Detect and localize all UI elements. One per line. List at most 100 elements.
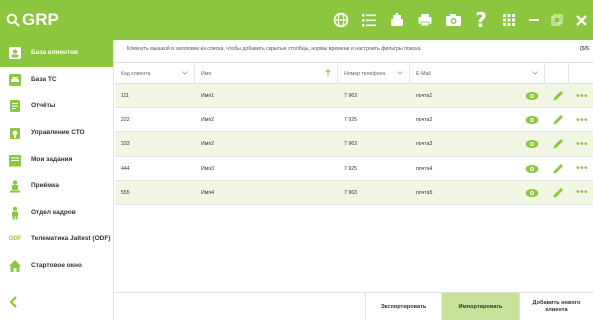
grid-icon[interactable] <box>496 7 522 33</box>
more-icon[interactable]: ••• <box>575 162 589 176</box>
add-client-button[interactable]: Добавить нового клиента <box>519 293 593 320</box>
eye-icon[interactable] <box>525 186 539 200</box>
cell-email: почта5 <box>416 189 433 196</box>
cell-name: Имя1 <box>201 93 214 99</box>
back-arrow-icon[interactable] <box>6 294 22 310</box>
sidebar-item-label: Отдел кадров <box>31 208 76 216</box>
cell-code: 333 <box>121 141 130 148</box>
sidebar-item-telematics[interactable]: ODF Телематика Jaltest (ODF) <box>0 226 113 253</box>
column-header-label: Имя <box>201 70 212 77</box>
reception-icon <box>8 179 22 193</box>
column-header-edit <box>569 63 593 84</box>
help-icon[interactable]: ? <box>468 7 494 33</box>
column-header-name[interactable]: Имя <box>195 63 338 84</box>
sidebar-item-reception[interactable]: Приёмка <box>0 173 113 200</box>
column-header-phone[interactable]: Номер телефона <box>338 63 410 84</box>
camera-icon[interactable] <box>440 7 466 33</box>
eye-icon[interactable] <box>525 89 539 103</box>
more-icon[interactable]: ••• <box>575 137 589 151</box>
tasks-icon <box>8 153 22 167</box>
eye-icon[interactable] <box>525 113 539 127</box>
table-header: Код клиента Имя Номер телефона E-Mail <box>115 62 593 84</box>
sidebar-item-label: База клиентов <box>31 49 78 57</box>
chevron-down-icon <box>397 71 403 75</box>
table-row[interactable]: 555 Имя4 7 963 почта5 ••• <box>115 180 593 205</box>
cell-phone: 7 963 <box>344 93 357 99</box>
more-icon[interactable]: ••• <box>575 113 589 127</box>
column-header-email[interactable]: E-Mail <box>410 63 545 84</box>
eye-icon[interactable] <box>525 137 539 151</box>
cell-email: почта3 <box>416 141 433 148</box>
sidebar-item-vehicles[interactable]: База ТС <box>0 67 113 94</box>
sidebar-item-tasks[interactable]: Мои задания <box>0 146 113 173</box>
more-icon[interactable]: ••• <box>575 186 589 200</box>
sidebar-item-hr[interactable]: Отдел кадров <box>0 200 113 227</box>
table-hint: Кликнуть мышкой в заголовки из списка, ч… <box>127 46 421 52</box>
sidebar-item-home[interactable]: Стартовое окно <box>0 253 113 280</box>
sidebar-item-label: Отчёты <box>31 102 56 110</box>
table-row[interactable]: 333 Имя2 7 963 почта3 ••• <box>115 132 593 157</box>
column-header-label: Номер телефона <box>344 70 386 77</box>
pencil-icon[interactable] <box>551 113 565 127</box>
table-row[interactable]: 444 Имя3 7 925 почта4 ••• <box>115 157 593 181</box>
printer-user-icon[interactable] <box>384 7 410 33</box>
close-icon[interactable] <box>569 0 593 40</box>
table-row[interactable]: 111 Имя1 7 963 почта1 ••• <box>115 84 593 109</box>
sidebar-item-label: Приёмка <box>31 182 59 190</box>
sidebar: База клиентов База ТС Отчёты Управление … <box>0 40 114 320</box>
cell-code: 222 <box>121 117 130 124</box>
home-icon <box>8 259 22 273</box>
import-button[interactable]: Импортировать <box>441 293 519 320</box>
cell-phone: 7 925 <box>344 165 357 172</box>
chevron-down-icon <box>182 71 188 75</box>
column-header-label: Код клиента <box>121 70 151 77</box>
pencil-icon[interactable] <box>551 162 565 176</box>
cell-email: почта1 <box>416 93 433 99</box>
cell-code: 111 <box>121 93 129 99</box>
more-icon[interactable]: ••• <box>575 89 589 103</box>
top-bar: GRP ? <box>0 0 593 40</box>
restore-icon[interactable] <box>545 0 569 40</box>
chevron-down-icon <box>532 71 538 75</box>
car-icon <box>8 73 22 87</box>
sidebar-item-clients[interactable]: База клиентов <box>0 40 113 67</box>
column-header-code[interactable]: Код клиента <box>115 63 195 84</box>
sidebar-item-service-station[interactable]: Управление СТО <box>0 120 113 147</box>
list-icon[interactable] <box>356 7 382 33</box>
sidebar-item-label: Мои задания <box>31 155 73 163</box>
app-brand: GRP <box>6 8 59 32</box>
cell-name: Имя2 <box>201 141 214 148</box>
globe-icon[interactable] <box>328 7 354 33</box>
export-button[interactable]: Экспортировать <box>365 293 441 320</box>
cell-name: Имя4 <box>201 189 214 196</box>
bottom-action-bar: Экспортировать Импортировать Добавить но… <box>115 292 593 320</box>
cell-phone: 7 963 <box>344 189 357 196</box>
search-icon[interactable] <box>6 13 20 27</box>
cell-phone: 7 925 <box>344 117 357 124</box>
pencil-icon[interactable] <box>551 89 565 103</box>
pencil-icon[interactable] <box>551 137 565 151</box>
sort-up-icon <box>325 69 331 77</box>
cell-code: 444 <box>121 165 130 172</box>
table-body: 111 Имя1 7 963 почта1 ••• 222 Имя2 7 925… <box>115 84 593 205</box>
reports-icon <box>8 99 22 113</box>
cell-phone: 7 963 <box>344 141 357 148</box>
minimize-icon[interactable] <box>522 0 546 40</box>
eye-icon[interactable] <box>525 162 539 176</box>
column-header-label: E-Mail <box>416 70 431 77</box>
cell-code: 555 <box>121 189 130 196</box>
sidebar-item-reports[interactable]: Отчёты <box>0 93 113 120</box>
clients-icon <box>8 46 22 60</box>
record-count: (5/5 <box>580 46 589 52</box>
cell-email: почта2 <box>416 117 433 124</box>
table-row[interactable]: 222 Имя2 7 925 почта2 ••• <box>115 108 593 133</box>
sidebar-item-label: Телематика Jaltest (ODF) <box>31 235 111 243</box>
cell-name: Имя2 <box>201 117 214 124</box>
sidebar-item-label: Управление СТО <box>31 129 85 137</box>
sidebar-item-label: База ТС <box>31 75 57 83</box>
hr-icon <box>8 206 22 220</box>
printer-icon[interactable] <box>412 7 438 33</box>
app-title: GRP <box>22 10 59 29</box>
pencil-icon[interactable] <box>551 186 565 200</box>
service-station-icon <box>8 126 22 140</box>
